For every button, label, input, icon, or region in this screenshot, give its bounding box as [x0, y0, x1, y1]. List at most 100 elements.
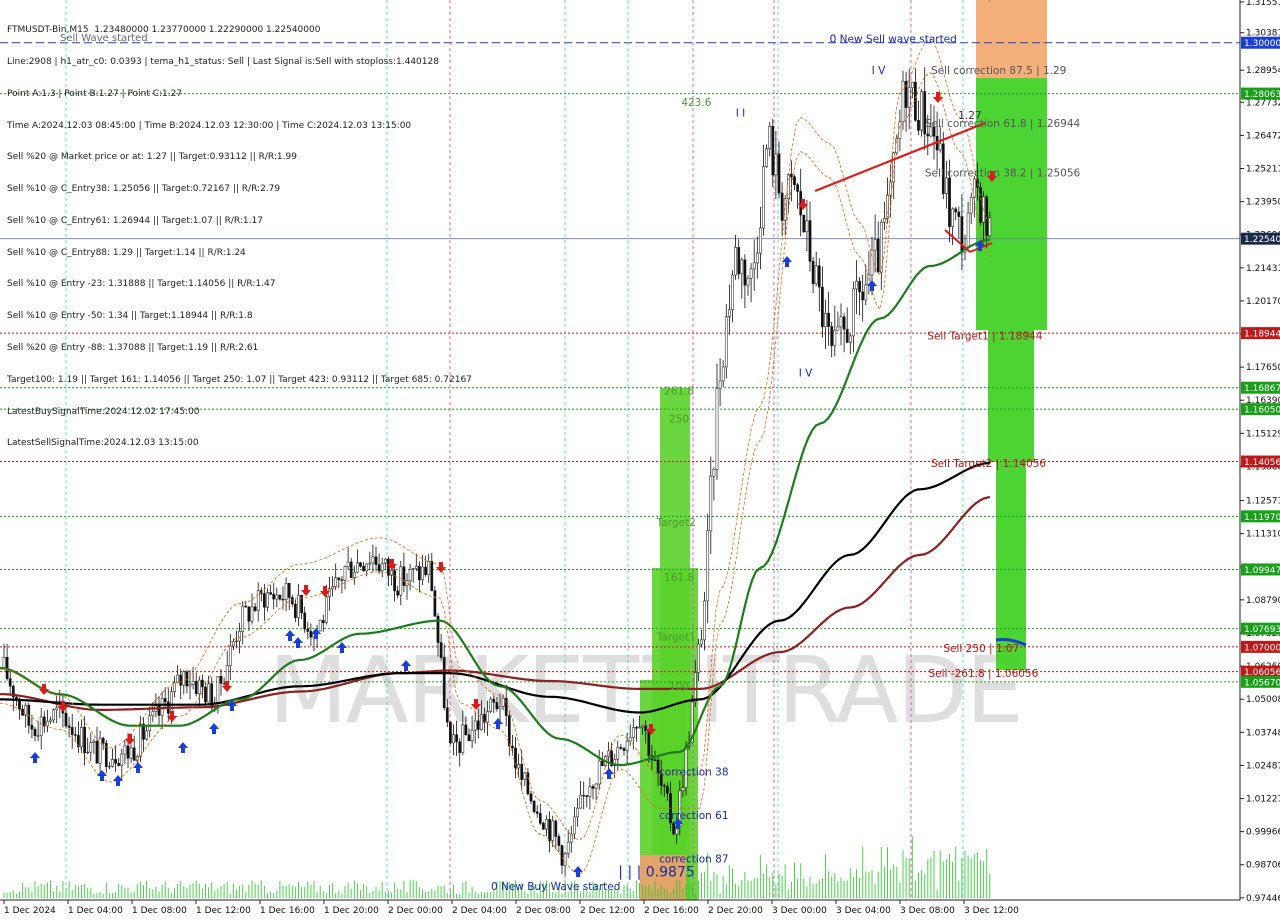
candle-bear	[247, 606, 251, 622]
chart-annotation: 100	[669, 681, 689, 693]
candle-bull	[486, 711, 489, 723]
candle-bear	[222, 683, 226, 685]
candle-bear	[538, 813, 542, 824]
info-line: Sell %10 @ Entry -50: 1.34 || Target:1.1…	[7, 311, 253, 322]
candle-bull	[24, 704, 28, 716]
candle-bear	[644, 725, 648, 731]
candle-bear	[83, 727, 86, 753]
candle-bull	[86, 751, 90, 754]
candle-bull	[883, 218, 886, 223]
candle-bear	[737, 247, 741, 275]
candle-bear	[790, 174, 793, 177]
candle-bear	[73, 734, 77, 736]
candle-bull	[740, 259, 744, 275]
price-tag-label: 1.28063	[1244, 90, 1280, 100]
candle-bear	[548, 819, 551, 841]
candle-bull	[945, 177, 948, 194]
candle-bear	[619, 747, 623, 749]
candle-bear	[359, 562, 362, 567]
info-line: Sell %10 @ C_Entry61: 1.26944 || Target:…	[7, 215, 263, 226]
candle-bull	[498, 706, 502, 710]
candle-bear	[821, 286, 824, 327]
candle-bull	[749, 268, 753, 279]
candle-bear	[430, 561, 434, 591]
candle-bear	[876, 239, 880, 273]
chart-annotation: | | | 0.9875	[618, 865, 695, 881]
info-line: Sell %10 @ C_Entry88: 1.29 || Target:1.1…	[7, 247, 246, 258]
candle-bull	[988, 217, 992, 237]
candle-bear	[194, 681, 198, 694]
candle-bear	[70, 727, 74, 735]
candle-bull	[774, 153, 778, 176]
info-line: Sell %10 @ Entry -23: 1.31888 || Target:…	[7, 279, 276, 290]
candle-bull	[452, 734, 455, 744]
candle-bear	[101, 737, 105, 744]
chart-annotation: 0 New Sell wave started	[830, 34, 957, 46]
candle-bear	[591, 786, 595, 789]
price-tick-label: 0.99966	[1246, 828, 1280, 838]
price-tick-label: 1.05008	[1246, 695, 1280, 705]
candle-bull	[46, 721, 49, 727]
candle-bull	[569, 833, 573, 843]
candle-bear	[666, 786, 669, 794]
price-tick-label: 1.15129	[1246, 429, 1280, 439]
candle-bull	[145, 730, 148, 740]
chart-annotation: 261.8	[664, 386, 694, 398]
price-tick-label: 1.23950	[1246, 198, 1280, 208]
candle-bear	[163, 698, 167, 703]
candle-bear	[30, 725, 34, 730]
candle-bear	[842, 316, 846, 330]
candle-bull	[250, 606, 254, 622]
candle-bull	[39, 716, 43, 736]
candle-bull	[768, 126, 772, 149]
candle-bear	[476, 720, 480, 730]
candle-bull	[89, 742, 93, 753]
candle-bear	[532, 800, 536, 812]
candle-bull	[898, 121, 902, 139]
candle-bull	[380, 563, 384, 572]
candle-bull	[352, 571, 356, 578]
candle-bear	[554, 820, 558, 837]
info-line: Time A:2024.12.03 08:45:00 | Time B:2024…	[7, 120, 412, 131]
candle-bull	[765, 148, 768, 167]
candle-bear	[263, 593, 266, 608]
price-tag-label: 1.30000	[1244, 39, 1280, 49]
candle-bull	[427, 561, 431, 576]
candle-bull	[368, 562, 372, 565]
candle-bear	[337, 577, 341, 580]
price-tick-label: 1.25211	[1246, 165, 1280, 175]
candle-bull	[734, 247, 737, 276]
candle-bull	[461, 724, 465, 753]
candle-bull	[365, 563, 369, 572]
candle-bear	[771, 126, 775, 176]
candle-bull	[969, 197, 973, 214]
chart-annotation: Target1	[656, 631, 696, 643]
candle-bull	[207, 683, 210, 703]
candle-bull	[728, 309, 731, 317]
candle-bull	[625, 740, 629, 751]
target-zone	[988, 330, 1034, 462]
candle-bull	[238, 631, 241, 642]
candle-bear	[424, 566, 427, 576]
candle-bear	[600, 760, 604, 766]
candle-bear	[793, 176, 796, 185]
candle-bull	[191, 681, 195, 685]
price-tag-label: 1.11970	[1244, 513, 1280, 523]
chart-annotation: 250	[669, 413, 689, 425]
candle-bull	[371, 556, 375, 564]
candle-bull	[718, 380, 722, 389]
candle-bull	[235, 640, 238, 643]
candle-bear	[126, 745, 130, 759]
candle-bull	[173, 682, 176, 692]
candle-bear	[557, 836, 561, 846]
info-line: Target100: 1.19 || Target 161: 1.14056 |…	[7, 374, 472, 385]
candle-bear	[926, 133, 930, 137]
price-tick-label: 0.98706	[1246, 861, 1280, 871]
price-tag-label: 1.16867	[1244, 384, 1280, 394]
time-tick-label: 3 Dec 08:00	[900, 906, 955, 916]
candle-bull	[566, 841, 570, 854]
candle-bull	[129, 747, 133, 759]
candle-bear	[272, 593, 276, 600]
chart-annotation: correction 61	[659, 810, 728, 822]
chart-annotation: Sell -261.8 | 1.06056	[929, 668, 1039, 680]
